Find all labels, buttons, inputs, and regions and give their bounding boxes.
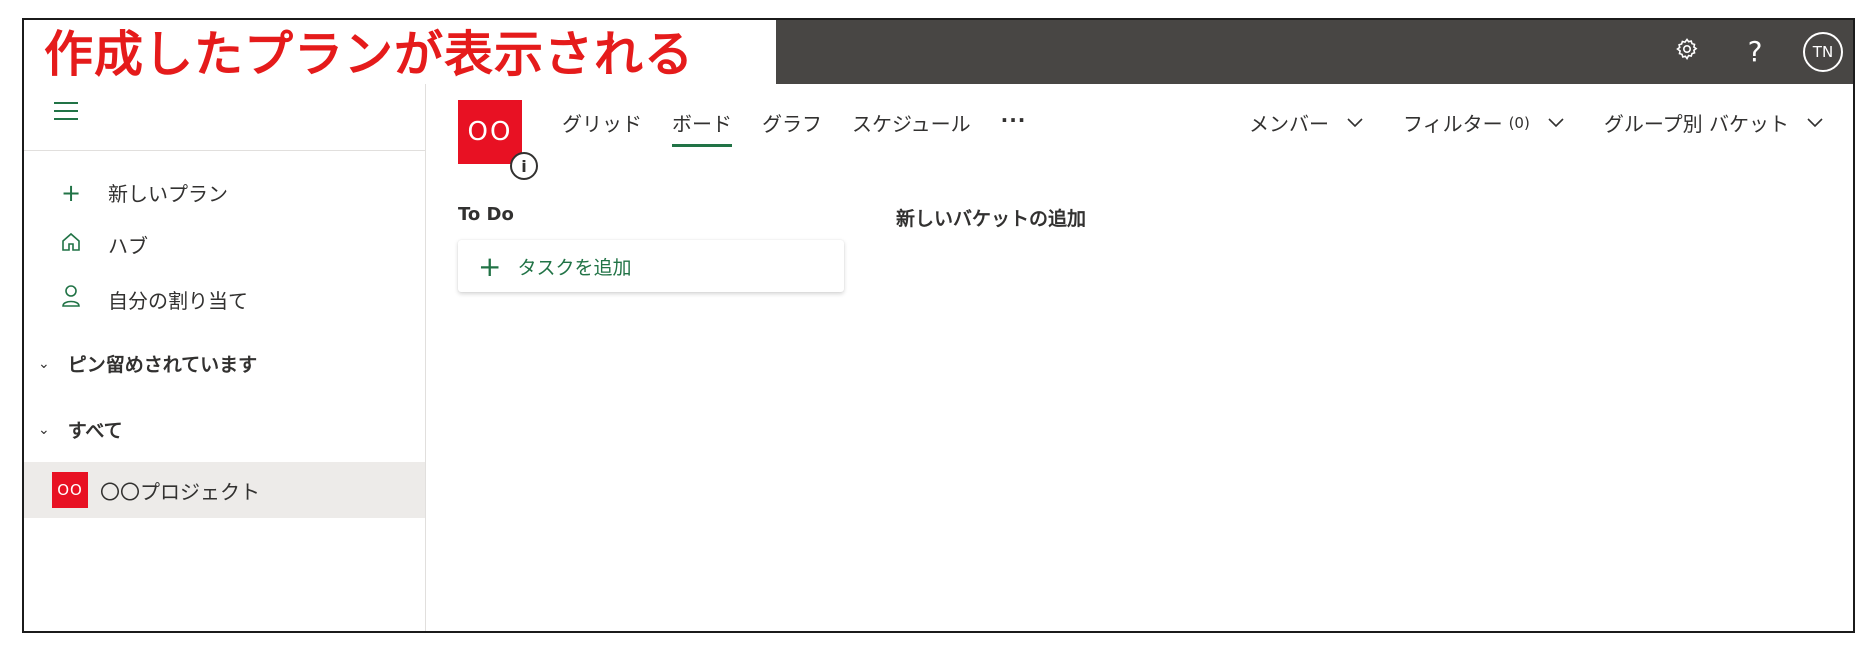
chevron-down-icon [1347,113,1363,132]
chevron-down-icon: ⌄ [38,421,50,438]
section-pinned[interactable]: ⌄ ピン留めされています [38,350,257,377]
user-avatar[interactable]: TN [1803,32,1843,72]
filter-count: (0) [1508,113,1530,132]
gear-icon[interactable] [1667,32,1707,72]
group-by-dropdown[interactable]: グループ別 バケット [1604,108,1823,137]
info-icon[interactable]: i [510,152,538,180]
plan-item[interactable]: OO 〇〇プロジェクト [24,462,425,518]
sidebar-item-label: 自分の割り当て [108,288,248,313]
chevron-down-icon: ⌄ [38,355,50,372]
sidebar-item-hub[interactable]: ハブ [54,230,148,259]
home-icon [54,231,88,259]
tab-board[interactable]: ボード [672,108,732,147]
add-bucket-button[interactable]: 新しいバケットの追加 [896,204,1086,231]
plan-thumbnail: OO [52,472,88,508]
bucket-title: To Do [458,204,514,225]
top-bar-actions: ? TN [1667,28,1843,76]
sidebar-item-label: ハブ [108,234,148,258]
chevron-down-icon [1807,113,1823,132]
main-content: OO i グリッド ボード グラフ スケジュール ··· メンバー フィルター … [426,84,1853,631]
sidebar: + 新しいプラン ハブ 自分の割り当て ⌄ ピン留めされています ⌄ すべて O… [24,84,426,631]
members-dropdown[interactable]: メンバー [1249,108,1363,137]
sidebar-divider [24,150,425,151]
sidebar-item-label: 新しいプラン [108,182,228,206]
section-label: すべて [67,420,123,442]
plus-icon: + [60,178,82,207]
annotation-banner: 作成したプランが表示される [24,20,776,86]
filter-bar: メンバー フィルター (0) グループ別 バケット [1249,108,1823,137]
section-all[interactable]: ⌄ すべて [38,416,123,443]
tab-grid[interactable]: グリッド [562,108,642,147]
hamburger-icon[interactable] [54,102,78,122]
section-label: ピン留めされています [67,354,258,376]
filter-label: メンバー [1248,112,1329,136]
filter-label: グループ別 バケット [1603,112,1789,136]
more-options-icon[interactable]: ··· [1001,108,1027,142]
filter-label: フィルター [1402,112,1503,136]
help-icon[interactable]: ? [1735,32,1775,72]
app-window: ? TN 作成したプランが表示される + 新しいプラン ハブ 自分の割り当て ⌄… [22,18,1855,633]
tab-schedule[interactable]: スケジュール [852,108,971,147]
plus-icon: + [478,249,502,283]
chevron-down-icon [1548,113,1564,132]
tab-charts[interactable]: グラフ [762,108,822,147]
person-icon [54,284,88,314]
plan-logo: OO [458,100,522,164]
sidebar-item-new-plan[interactable]: + 新しいプラン [54,178,228,207]
add-task-button[interactable]: + タスクを追加 [458,240,844,292]
add-task-label: タスクを追加 [517,256,632,279]
plan-name: 〇〇プロジェクト [100,479,260,504]
sidebar-item-my-tasks[interactable]: 自分の割り当て [54,284,248,314]
filter-dropdown[interactable]: フィルター (0) [1403,108,1564,137]
view-tabs: グリッド ボード グラフ スケジュール ··· [562,108,1026,147]
